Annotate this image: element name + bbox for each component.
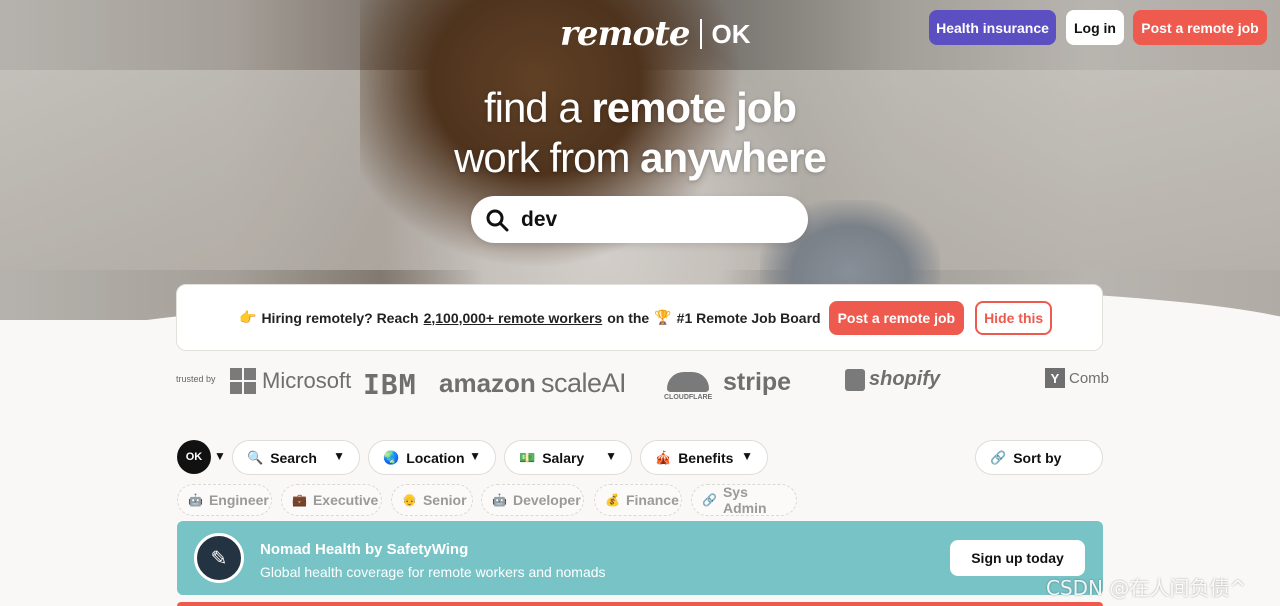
microsoft-logo: Microsoft bbox=[230, 368, 351, 394]
tag-finance[interactable]: 💰 Finance bbox=[594, 484, 682, 516]
search-filter[interactable]: 🔍 Search ▼ bbox=[232, 440, 360, 475]
microsoft-grid-icon bbox=[230, 368, 256, 394]
search-input[interactable] bbox=[521, 207, 781, 232]
next-listing-edge bbox=[177, 602, 1103, 606]
promo-title: Nomad Health by SafetyWing bbox=[260, 541, 469, 558]
link-icon: 🔗 bbox=[702, 493, 717, 507]
globe-icon: 🌏 bbox=[383, 449, 400, 465]
sign-up-button[interactable]: Sign up today bbox=[950, 540, 1085, 576]
chevron-down-icon[interactable]: ▼ bbox=[214, 449, 226, 463]
tag-engineer[interactable]: 🤖 Engineer bbox=[177, 484, 272, 516]
chevron-down-icon: ▼ bbox=[333, 449, 345, 463]
chevron-down-icon: ▼ bbox=[469, 449, 481, 463]
salary-filter[interactable]: 💵 Salary ▼ bbox=[504, 440, 632, 475]
chevron-down-icon: ▼ bbox=[741, 449, 753, 463]
cloud-icon bbox=[667, 372, 710, 392]
remote-workers-link[interactable]: 2,100,000+ remote workers bbox=[424, 310, 603, 326]
search-icon bbox=[485, 208, 509, 232]
hero-headline-2: work from anywhere bbox=[454, 134, 827, 181]
link-icon: 🔗 bbox=[990, 449, 1007, 465]
hand-emoji-icon: 👉 bbox=[239, 309, 257, 325]
logo-word: remote bbox=[560, 14, 691, 54]
nomad-health-promo[interactable]: ✎ Nomad Health by SafetyWing Global heal… bbox=[177, 521, 1103, 595]
trusted-by-label: trusted by bbox=[176, 374, 216, 384]
job-search-box[interactable] bbox=[471, 196, 808, 243]
watermark: CSDN @在人间负债^ bbox=[1046, 576, 1247, 600]
stripe-logo: stripe bbox=[723, 368, 792, 396]
logo-ok: OK bbox=[711, 18, 751, 49]
cloudflare-logo: CLOUDFLARE bbox=[664, 372, 712, 401]
log-in-button[interactable]: Log in bbox=[1066, 10, 1124, 45]
health-insurance-button[interactable]: Health insurance bbox=[929, 10, 1056, 45]
money-bag-icon: 💰 bbox=[605, 493, 620, 507]
robot-icon: 🤖 bbox=[188, 493, 203, 507]
hero-headline-1: find a remote job bbox=[483, 84, 797, 131]
old-man-icon: 👴 bbox=[402, 493, 417, 507]
benefits-filter[interactable]: 🎪 Benefits ▼ bbox=[640, 440, 768, 475]
chevron-down-icon: ▼ bbox=[605, 449, 617, 463]
hiring-banner: 👉 Hiring remotely? Reach 2,100,000+ remo… bbox=[176, 284, 1103, 351]
site-logo[interactable]: remote OK bbox=[560, 14, 751, 54]
scaleai-logo: scaleAI bbox=[541, 368, 627, 398]
trophy-emoji-icon: 🏆 bbox=[654, 309, 672, 325]
ibm-logo: IBM bbox=[363, 368, 417, 401]
tag-senior[interactable]: 👴 Senior bbox=[391, 484, 473, 516]
hide-banner-button[interactable]: Hide this bbox=[975, 300, 1053, 335]
circus-tent-icon: 🎪 bbox=[655, 449, 672, 465]
shopify-logo: shopify bbox=[845, 368, 940, 391]
banner-post-job-button[interactable]: Post a remote job bbox=[828, 300, 965, 335]
tag-sys-admin[interactable]: 🔗 Sys Admin bbox=[691, 484, 797, 516]
shopping-bag-icon bbox=[845, 368, 865, 391]
amazon-logo: amazon bbox=[439, 368, 536, 398]
feather-logo-icon: ✎ bbox=[194, 533, 244, 583]
tag-executive[interactable]: 💼 Executive bbox=[281, 484, 382, 516]
tag-developer[interactable]: 🤖 Developer bbox=[481, 484, 584, 516]
promo-subtitle: Global health coverage for remote worker… bbox=[260, 564, 606, 580]
remoteok-filter-badge[interactable]: OK bbox=[177, 440, 211, 474]
ycombinator-logo: Y Comb bbox=[1045, 368, 1109, 388]
magnifier-icon: 🔍 bbox=[247, 449, 264, 465]
post-remote-job-button[interactable]: Post a remote job bbox=[1133, 10, 1267, 45]
briefcase-icon: 💼 bbox=[292, 493, 307, 507]
money-icon: 💵 bbox=[519, 449, 536, 465]
robot-icon: 🤖 bbox=[492, 493, 507, 507]
sort-by-dropdown[interactable]: 🔗 Sort by bbox=[975, 440, 1103, 475]
location-filter[interactable]: 🌏 Location ▼ bbox=[368, 440, 496, 475]
